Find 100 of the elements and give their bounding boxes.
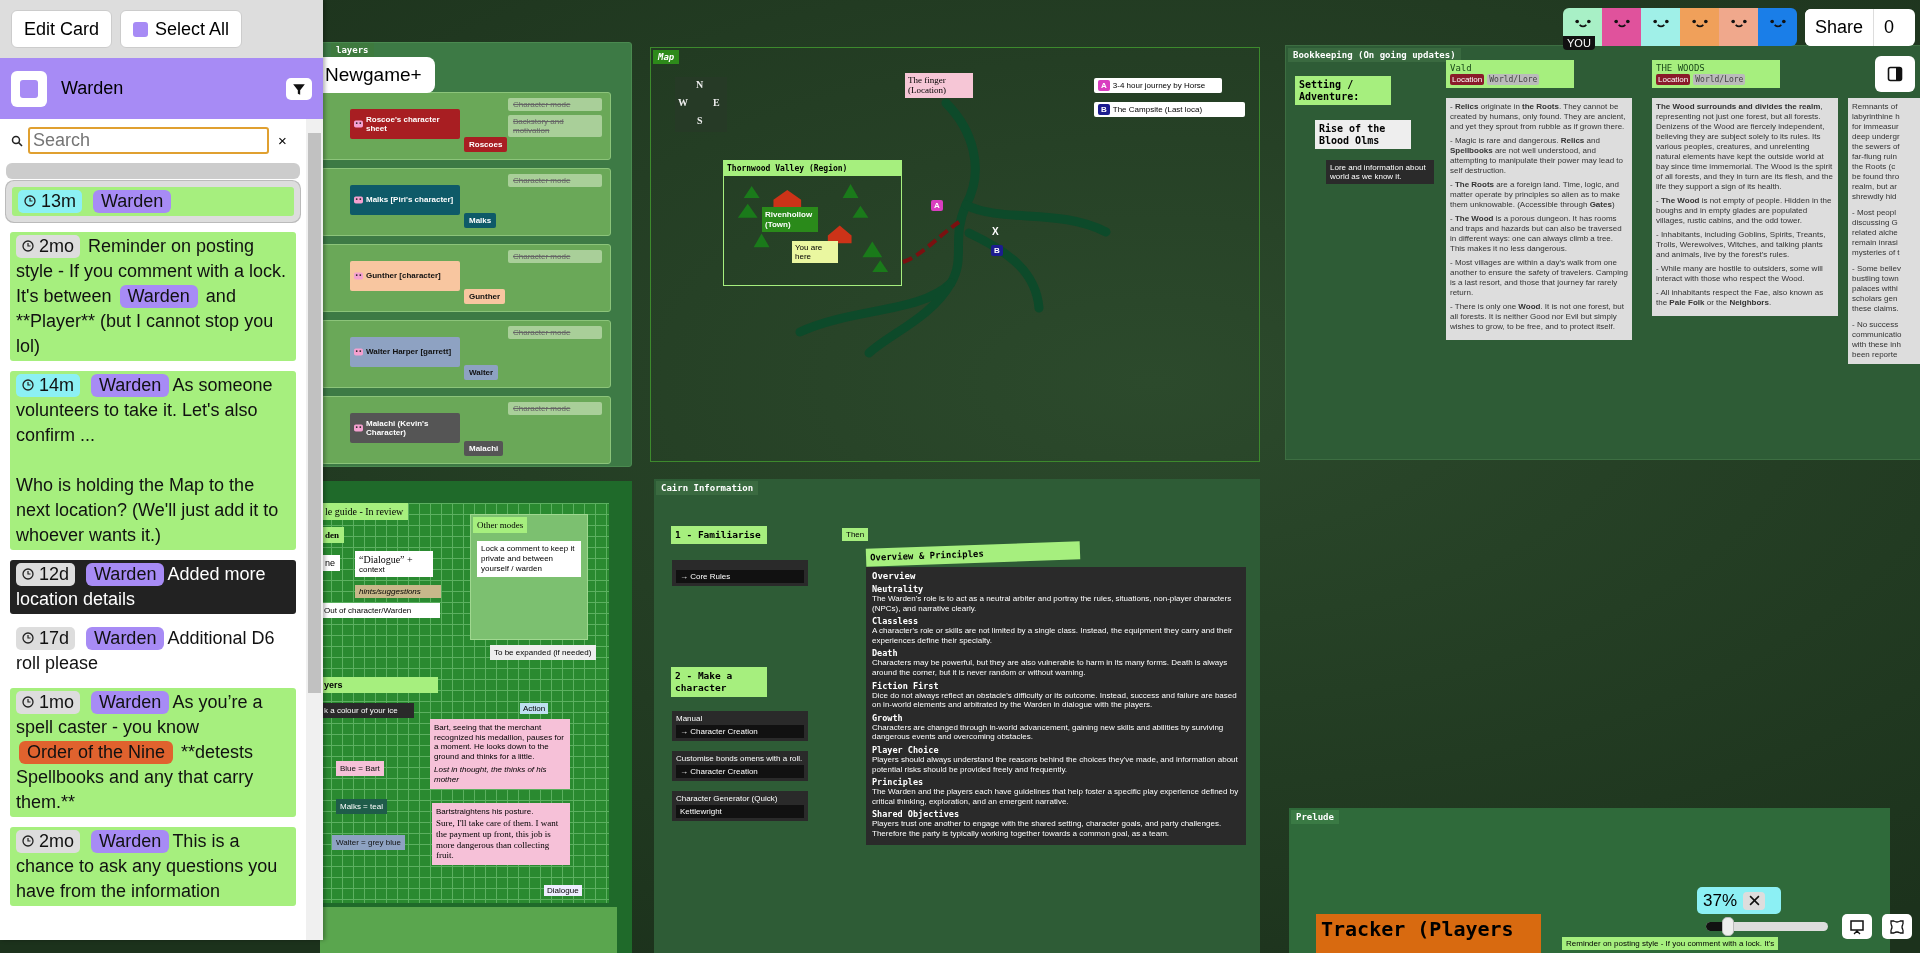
board-label: Newgame+ (322, 57, 435, 93)
link-card[interactable]: Manual → Character Creation (672, 711, 808, 741)
clear-button[interactable]: × (274, 132, 291, 149)
marker-badge[interactable]: B (991, 245, 1003, 256)
character-sheet-card[interactable]: Malachi (Kevin's Character) (350, 413, 460, 443)
mode-card[interactable]: Character mode (508, 250, 602, 263)
mention-tag[interactable]: Order of the Nine (19, 741, 174, 764)
town-card[interactable]: Rivenhollow (Town) (762, 207, 818, 233)
character-tag[interactable]: Malks (464, 213, 497, 228)
mode-card[interactable]: Out of character/Warden (320, 603, 440, 618)
mention-tag[interactable]: Warden (119, 285, 198, 308)
character-tag[interactable]: Gunther (464, 289, 506, 304)
presentation-button[interactable] (1842, 914, 1872, 939)
mode-card[interactable]: Backstory and motivation (508, 115, 602, 137)
mode-card[interactable]: Character mode (508, 98, 602, 111)
search-field[interactable]: Search (28, 127, 269, 154)
note-card[interactable]: k a colour of your ice (320, 703, 414, 718)
heading-card[interactable]: Setting / Adventure: (1295, 76, 1391, 105)
entry-paragraph: - There is only one Wood. It is not one forest, but all forests. It is neither Good nor Evil but simply wishes to grow, to be free, and to protect itself. (1450, 302, 1626, 332)
character-tag[interactable]: Roscoes (464, 137, 508, 152)
step-card[interactable]: 1 - Familiarise (671, 526, 767, 544)
action-chip[interactable]: Action (520, 703, 549, 714)
dialogue-card[interactable]: “Dialogue” + context (355, 551, 433, 577)
hints-chip[interactable]: hints/suggestions (355, 585, 441, 598)
note-card[interactable]: Lock a comment to keep it private and between yourself / warden (477, 541, 581, 577)
section-text: The Warden and the players each have guidelines that help foster a specific play experience defined by critical thinking, exploration, and an emergent narrative. (872, 787, 1240, 807)
time-badge: 1mo (16, 690, 80, 714)
entry-header[interactable]: THE WOODS Location World/Lore (1652, 60, 1780, 88)
section-header[interactable]: yers (320, 677, 438, 693)
note-card[interactable]: To be expanded (if needed) (490, 645, 596, 660)
mention-tag[interactable]: Warden (86, 563, 165, 586)
step-card[interactable]: 2 - Make a character (671, 667, 767, 697)
select-all-button[interactable]: Select All (120, 10, 243, 48)
comment-text[interactable]: 17d Warden Additional D6 roll please (10, 624, 296, 678)
marker-badge[interactable]: A (931, 200, 943, 211)
comment-text[interactable]: 12d Warden Added more location details (10, 560, 296, 614)
legend-card[interactable]: B The Campsite (Last loca) (1094, 102, 1245, 117)
dialogue-chip[interactable]: Dialogue (544, 885, 582, 896)
story-card[interactable]: Bartstraightens his posture. Sure, I'll take care of them. I want the payment up front, this job is more dangerous than collecting fruit. (432, 803, 570, 866)
character-tag[interactable]: Malachi (464, 441, 504, 456)
card-title: Malachi (Kevin's Character) (366, 418, 430, 438)
entry-line: - Some believ (1852, 264, 1902, 274)
user-avatar[interactable] (1719, 8, 1758, 46)
entry-line: - No success (1852, 320, 1900, 330)
entry-paragraph: - Magic is rare and dangerous. Relics and Spellbooks are not well understood, and attempting to manipulate their power may lead to self destruction. (1450, 136, 1624, 176)
section-heading: Principles (872, 777, 925, 788)
link-card[interactable]: Character Generator (Quick) Kettlewright (672, 791, 808, 821)
user-avatar[interactable] (1758, 8, 1797, 46)
trail-line (901, 218, 961, 266)
character-tag[interactable]: Walter (464, 365, 499, 380)
character-sheet-card[interactable]: Malks [Piri's character] (350, 185, 460, 215)
frame-title: Bookkeeping (On going updates) (1288, 48, 1461, 62)
mode-card[interactable]: Character mode (508, 326, 602, 339)
mode-card[interactable]: Character mode (508, 174, 602, 187)
entry-header[interactable]: Vald Location World/Lore (1446, 60, 1574, 88)
frame-icon (1889, 918, 1905, 935)
mention-tag[interactable]: Warden (93, 190, 172, 213)
subheading-card[interactable]: Rise of the Blood Olms (1315, 120, 1411, 149)
entry-line: the sewers of (1852, 142, 1901, 152)
character-sheet-card[interactable]: Roscoe's character sheet (350, 109, 460, 139)
mention-tag[interactable]: Warden (91, 691, 170, 714)
link-card[interactable]: Customise bonds omens with a roll. → Character Creation (672, 751, 808, 781)
mode-card[interactable]: Character mode (508, 402, 602, 415)
comment-card[interactable]: Reminder on posting style - If you comment with a lock. It's (1562, 937, 1779, 950)
filter-button[interactable] (286, 77, 312, 100)
comment-text[interactable]: 2mo Reminder on posting style - If you comment with a lock. It's between Warden and **Player** (but I cannot stop you lol) (10, 232, 296, 361)
character-sheet-card[interactable]: Walter Harper [garrett] (350, 337, 460, 367)
section-header[interactable]: Overview & Principles (865, 541, 1081, 567)
fullscreen-button[interactable] (1882, 914, 1912, 939)
character-sheet-card[interactable]: Gunther [character] (350, 261, 460, 291)
colour-chip[interactable]: Walter = grey blue (332, 835, 405, 850)
user-avatar[interactable] (1641, 8, 1680, 46)
story-card[interactable]: Bart, seeing that the merchant recognized his medallion, pauses for a moment. He looks down to the ground and thinks for a little. Lost in thought, the thinks of his mother (430, 719, 570, 789)
user-avatar[interactable] (1680, 8, 1719, 46)
section-heading: Growth (872, 712, 904, 723)
location-card[interactable]: The finger (Location) (905, 73, 973, 98)
colour-chip[interactable]: Malks = teal (336, 799, 387, 814)
zoom-slider[interactable] (1706, 917, 1828, 936)
user-avatar[interactable] (1602, 8, 1641, 46)
tracker-card[interactable]: Tracker (Players (1316, 914, 1541, 953)
comment-text[interactable]: 2mo Warden This is a chance to ask any questions you have from the information (10, 827, 296, 906)
mention-tag[interactable]: Warden (86, 627, 165, 650)
legend-card[interactable]: A 3-4 hour journey by Horse (1094, 78, 1222, 93)
note-card[interactable]: You are here (792, 241, 838, 263)
mention-tag[interactable]: Warden (91, 374, 170, 397)
scrollbar[interactable] (306, 119, 323, 940)
colour-chip[interactable]: Blue = Bart (336, 761, 384, 776)
panel-toggle-button[interactable] (1875, 56, 1915, 92)
comment-text[interactable]: 14m Warden As someone volunteers to take it. Let's also confirm ... Who is holding the Map to the next location? (We'll just add it to whoever wants it.) (10, 371, 296, 550)
then-chip[interactable]: Then (842, 528, 869, 541)
comment-text[interactable]: 1mo Warden As you’re a spell caster - you know Order of the Nine **detests Spellbooks and any that carry them.** (10, 688, 296, 817)
edit-card-button[interactable]: Edit Card (11, 10, 113, 48)
link-label: Character Generator (Quick) (676, 794, 779, 803)
face-icon (354, 272, 363, 280)
share-button[interactable]: Share (1805, 9, 1875, 46)
section-text: Characters may be powerful, but they are also vulnerable to harm in its many forms. Death is always around the corner, but it is never random or without warning. (872, 658, 1229, 678)
note-card[interactable]: Lore and information about world as we know it. (1326, 160, 1434, 184)
link-card[interactable]: → Core Rules (672, 560, 808, 586)
close-button[interactable] (1743, 891, 1766, 910)
mention-tag[interactable]: Warden (91, 830, 170, 853)
